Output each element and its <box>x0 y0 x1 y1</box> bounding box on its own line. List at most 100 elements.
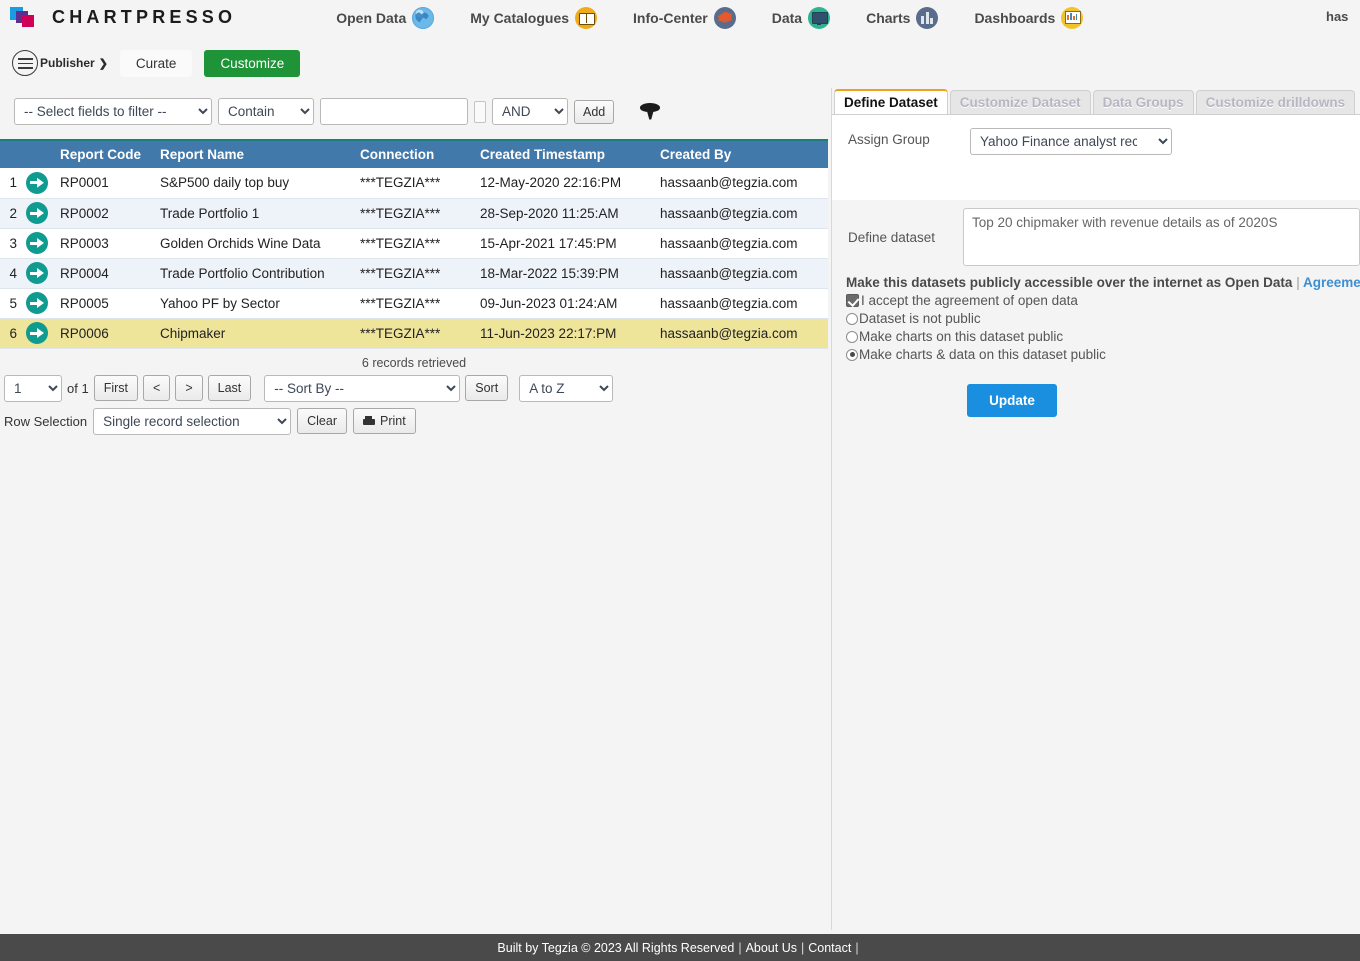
open-record-arrow-icon[interactable] <box>26 322 48 344</box>
radio-charts-public[interactable] <box>846 330 858 343</box>
tab-define-dataset[interactable]: Define Dataset <box>834 89 948 114</box>
nav-item-info-center[interactable]: Info-Center <box>633 6 736 29</box>
table-row[interactable]: 2 RP0002 Trade Portfolio 1 ***TEGZIA*** 28-S… <box>0 198 828 229</box>
cell-connection: ***TEGZIA*** <box>354 318 474 349</box>
nav-item-data[interactable]: Data <box>772 6 831 29</box>
cell-report-code: RP0001 <box>54 168 154 199</box>
footer-sep-2: | <box>800 940 805 955</box>
row-open-cell[interactable] <box>20 258 54 289</box>
prev-page-button[interactable]: < <box>143 375 171 401</box>
open-record-arrow-icon[interactable] <box>26 262 48 284</box>
cell-created-timestamp: 18-Mar-2022 15:39:PM <box>474 258 654 289</box>
sort-order-select[interactable]: A to Z <box>519 374 614 402</box>
cell-created-by: hassaanb@tegzia.com <box>654 198 828 229</box>
print-label: Print <box>379 414 406 428</box>
clear-button[interactable]: Clear <box>297 408 347 434</box>
filter-logic-select[interactable]: AND <box>492 98 568 125</box>
cell-created-timestamp: 15-Apr-2021 17:45:PM <box>474 228 654 259</box>
top-nav-items: Open Data My Catalogues Info-Center Data… <box>336 6 1119 29</box>
nav-label-dashboards: Dashboards <box>974 9 1056 26</box>
filter-fields-select[interactable]: -- Select fields to filter -- <box>14 98 212 125</box>
tab-curate[interactable]: Curate <box>119 49 193 77</box>
book-icon <box>575 6 598 29</box>
first-page-button[interactable]: First <box>93 375 138 401</box>
table-row[interactable]: 4 RP0004 Trade Portfolio Contribution ***TE… <box>0 258 828 289</box>
row-open-cell[interactable] <box>20 228 54 259</box>
row-open-cell[interactable] <box>20 288 54 319</box>
cell-report-code: RP0003 <box>54 228 154 259</box>
row-open-cell[interactable] <box>20 318 54 349</box>
filter-add-button[interactable]: Add <box>574 99 615 124</box>
accept-agreement-checkbox[interactable] <box>846 294 859 307</box>
nav-item-open-data[interactable]: Open Data <box>336 6 435 29</box>
tab-customize[interactable]: Customize <box>204 49 301 77</box>
radio-row-charts-data-public[interactable]: Make charts & data on this dataset publi… <box>832 344 1360 362</box>
app-root: CHARTPRESSO Open Data My Catalogues Info… <box>0 0 1360 961</box>
col-action <box>20 141 54 168</box>
nav-item-dashboards[interactable]: Dashboards <box>974 6 1084 29</box>
open-record-arrow-icon[interactable] <box>26 232 48 254</box>
filter-extra-toggle[interactable] <box>474 100 486 123</box>
funnel-filter-icon[interactable] <box>638 100 662 124</box>
footer-about-link[interactable]: About Us <box>746 941 797 955</box>
logo-container[interactable] <box>0 6 46 29</box>
table-row[interactable]: 6 RP0006 Chipmaker ***TEGZIA*** 11-Jun-2023 … <box>0 318 828 349</box>
row-open-cell[interactable] <box>20 198 54 229</box>
radio-label-not-public: Dataset is not public <box>859 311 981 326</box>
cell-report-name: Trade Portfolio Contribution <box>154 258 354 289</box>
table-row[interactable]: 1 RP0001 S&P500 daily top buy ***TEGZIA*** 1… <box>0 168 828 199</box>
update-button[interactable]: Update <box>967 384 1057 417</box>
cell-created-by: hassaanb@tegzia.com <box>654 168 828 199</box>
radio-label-charts-public: Make charts on this dataset public <box>859 329 1064 344</box>
filter-operator-select[interactable]: Contain <box>218 98 314 125</box>
assign-group-select[interactable]: Yahoo Finance analyst recor <box>970 128 1172 155</box>
cell-report-code: RP0006 <box>54 318 154 349</box>
reports-table: Report Code Report Name Connection Creat… <box>0 141 828 349</box>
monitor-icon <box>808 6 831 29</box>
page-number-select[interactable]: 1 <box>4 374 62 402</box>
sort-button[interactable]: Sort <box>465 375 509 401</box>
last-page-button[interactable]: Last <box>207 375 252 401</box>
tab-customize-dataset[interactable]: Customize Dataset <box>949 90 1091 114</box>
footer-contact-link[interactable]: Contact <box>808 941 851 955</box>
cell-report-name: Chipmaker <box>154 318 354 349</box>
dashboard-icon <box>1061 6 1084 29</box>
filter-value-input[interactable] <box>320 98 468 125</box>
define-dataset-textarea[interactable] <box>963 208 1360 266</box>
footer-built-by: Built by Tegzia <box>497 940 578 955</box>
accept-agreement-row[interactable]: I accept the agreement of open data <box>832 290 1360 308</box>
sort-by-select[interactable]: -- Sort By -- <box>264 374 461 402</box>
filter-toolbar: -- Select fields to filter -- Contain AN… <box>0 88 832 125</box>
hamburger-menu-icon[interactable] <box>12 50 38 76</box>
nav-item-my-catalogues[interactable]: My Catalogues <box>470 6 598 29</box>
open-record-arrow-icon[interactable] <box>26 202 48 224</box>
table-row[interactable]: 5 RP0005 Yahoo PF by Sector ***TEGZIA*** 09-… <box>0 288 828 319</box>
tab-customize-drilldowns[interactable]: Customize drilldowns <box>1195 90 1356 114</box>
row-selection-select[interactable]: Single record selection <box>93 407 292 435</box>
row-open-cell[interactable] <box>20 168 54 199</box>
print-button[interactable]: Print <box>352 408 416 434</box>
col-created-by: Created By <box>654 141 828 168</box>
define-dataset-row: Define dataset <box>832 200 1360 266</box>
radio-row-not-public[interactable]: Dataset is not public <box>832 308 1360 326</box>
cell-created-by: hassaanb@tegzia.com <box>654 258 828 289</box>
accept-agreement-label: I accept the agreement of open data <box>861 293 1078 308</box>
cell-created-timestamp: 09-Jun-2023 01:24:AM <box>474 288 654 319</box>
row-index: 3 <box>0 228 20 259</box>
radio-row-charts-public[interactable]: Make charts on this dataset public <box>832 326 1360 344</box>
radio-dataset-not-public[interactable] <box>846 312 858 325</box>
assign-group-label: Assign Group <box>848 132 930 147</box>
printer-icon <box>362 415 375 427</box>
col-created-timestamp: Created Timestamp <box>474 141 654 168</box>
agreement-link[interactable]: Agreement o <box>1303 275 1360 290</box>
cell-connection: ***TEGZIA*** <box>354 168 474 199</box>
row-index: 2 <box>0 198 20 229</box>
table-row[interactable]: 3 RP0003 Golden Orchids Wine Data ***TEGZIA… <box>0 228 828 259</box>
open-record-arrow-icon[interactable] <box>26 171 48 194</box>
radio-charts-data-public[interactable] <box>846 348 858 361</box>
next-page-button[interactable]: > <box>175 375 203 401</box>
tab-data-groups[interactable]: Data Groups <box>1092 90 1194 114</box>
nav-item-charts[interactable]: Charts <box>866 6 939 29</box>
open-record-arrow-icon[interactable] <box>26 292 48 314</box>
user-account-label[interactable]: has <box>1326 9 1360 24</box>
